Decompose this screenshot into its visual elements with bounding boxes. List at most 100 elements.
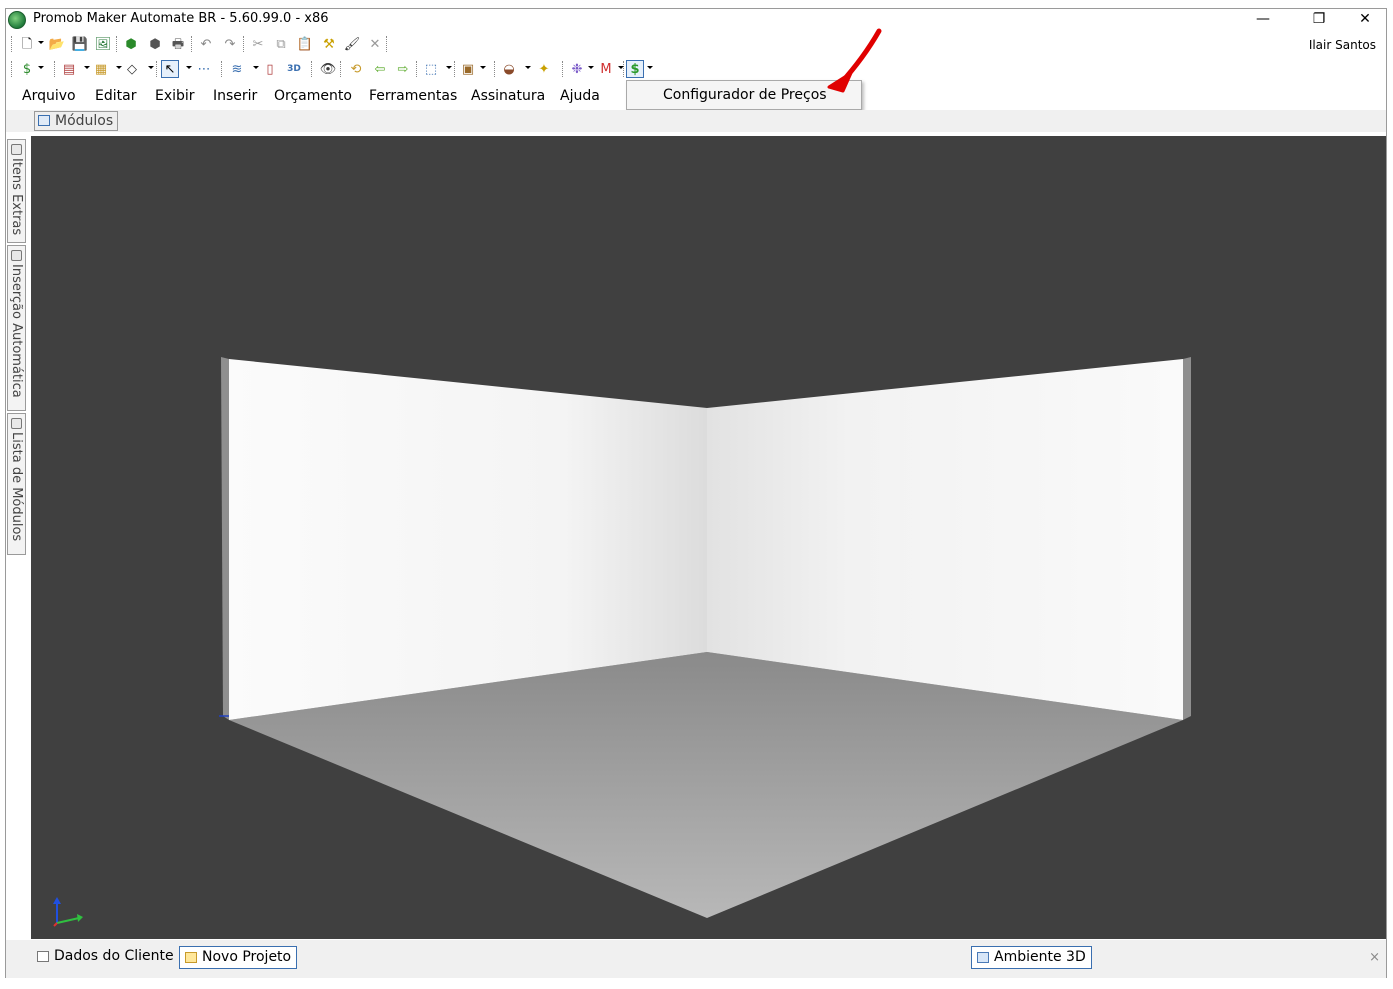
chevron-down-icon[interactable]	[38, 66, 44, 69]
minimize-button[interactable]: —	[1240, 9, 1286, 29]
arrow-right-icon[interactable]: ⇨	[394, 60, 412, 78]
box-icon[interactable]: ▣	[459, 60, 477, 78]
door-icon[interactable]: ▯	[261, 60, 279, 78]
tab-insercao-automatica[interactable]: Inserção Automática	[7, 245, 26, 411]
tab-label: Itens Extras	[9, 158, 24, 236]
modules-tab-icon	[38, 115, 50, 126]
menu-ajuda[interactable]: Ajuda	[560, 88, 600, 104]
chevron-down-icon[interactable]	[38, 41, 44, 44]
toolbar-grip[interactable]	[11, 61, 13, 77]
title-bar: Promob Maker Automate BR - 5.60.99.0 - x…	[6, 9, 1386, 31]
delete-icon[interactable]: ✕	[366, 35, 384, 53]
tab-label: Lista de Módulos	[9, 432, 24, 542]
chevron-down-icon[interactable]	[148, 66, 154, 69]
chevron-down-icon[interactable]	[588, 66, 594, 69]
bottom-tab-strip: Dados do Cliente Novo Projeto Ambiente 3…	[6, 940, 1386, 978]
paint-roller-icon[interactable]: 🖌	[343, 35, 361, 53]
save-icon[interactable]: 💾	[71, 35, 89, 53]
menu-assinatura[interactable]: Assinatura	[471, 88, 545, 104]
maximize-button[interactable]: ❐	[1296, 9, 1342, 29]
toolbar-grip[interactable]	[416, 61, 418, 77]
open-icon[interactable]: 📂	[48, 35, 66, 53]
shape-icon[interactable]: ◇	[123, 60, 141, 78]
side-panel-tabs: Itens Extras Inserção Automática Lista d…	[6, 137, 28, 557]
select-pointer-icon[interactable]: ↖	[161, 60, 179, 78]
tab-label: Novo Projeto	[202, 949, 292, 965]
user-name[interactable]: Ilair Santos	[1309, 38, 1376, 52]
chevron-down-icon[interactable]	[618, 66, 624, 69]
chevron-down-icon[interactable]	[116, 66, 122, 69]
left-wall-edge	[221, 357, 229, 720]
menu-inserir[interactable]: Inserir	[213, 88, 257, 104]
tab-dados-do-cliente[interactable]: Dados do Cliente	[32, 946, 179, 969]
close-button[interactable]: ✕	[1342, 9, 1388, 29]
toolbar-grip[interactable]	[454, 61, 456, 77]
close-tab-button[interactable]: ×	[1369, 950, 1380, 965]
toolbar-grip[interactable]	[191, 36, 193, 52]
redo-icon[interactable]: ↷	[221, 35, 239, 53]
paint-icon[interactable]: ◒	[500, 60, 518, 78]
3d-viewport[interactable]	[31, 136, 1386, 939]
toolbar-grip[interactable]	[311, 61, 313, 77]
render-icon[interactable]: ⬢	[122, 35, 140, 53]
modules-tab[interactable]: Módulos	[34, 111, 119, 131]
eye-icon[interactable]: 👁	[319, 60, 337, 78]
toolbar-grip[interactable]	[11, 36, 13, 52]
menu-exibir[interactable]: Exibir	[155, 88, 195, 104]
print-icon[interactable]: 🖶	[169, 35, 187, 53]
export-image-icon[interactable]: 🖼	[94, 35, 112, 53]
toolbar-grip[interactable]	[494, 61, 496, 77]
chevron-down-icon[interactable]	[253, 66, 259, 69]
paste-icon[interactable]: 📋	[296, 35, 314, 53]
chevron-down-icon[interactable]	[525, 66, 531, 69]
camera-view-icon[interactable]: ⬚	[422, 60, 440, 78]
cut-icon[interactable]: ✂	[249, 35, 267, 53]
price-configurator-menu-item[interactable]: Configurador de Preços	[663, 87, 827, 103]
chevron-down-icon[interactable]	[480, 66, 486, 69]
right-wall-edge	[1183, 357, 1191, 720]
ambient-3d-icon	[977, 952, 989, 963]
menu-ferramentas[interactable]: Ferramentas	[369, 88, 457, 104]
copy-icon[interactable]: ⧉	[272, 35, 290, 53]
folder-icon	[185, 952, 197, 963]
tab-itens-extras[interactable]: Itens Extras	[7, 139, 26, 243]
dimension-icon[interactable]: ⋯	[195, 60, 213, 78]
arrow-left-icon[interactable]: ⇦	[371, 60, 389, 78]
toolbar-grip[interactable]	[243, 36, 245, 52]
tab-novo-projeto[interactable]: Novo Projeto	[179, 946, 298, 969]
rotate-icon[interactable]: ⟲	[347, 60, 365, 78]
window-title: Promob Maker Automate BR - 5.60.99.0 - x…	[33, 11, 329, 26]
layers-icon[interactable]: ▤	[60, 60, 78, 78]
price-config-icon[interactable]: $	[626, 60, 644, 78]
view-3d-icon[interactable]: 3D	[285, 60, 303, 78]
material-icon[interactable]: M	[597, 60, 615, 78]
light-icon[interactable]: ✦	[535, 60, 553, 78]
tool-hammer-icon[interactable]: ⚒	[320, 35, 338, 53]
toolbar-grip[interactable]	[221, 61, 223, 77]
budget-icon[interactable]: $	[18, 60, 36, 78]
tab-ambiente-3d[interactable]: Ambiente 3D	[971, 946, 1092, 969]
chevron-down-icon[interactable]	[186, 66, 192, 69]
menu-orcamento[interactable]: Orçamento	[274, 88, 352, 104]
modules-icon[interactable]: ▦	[92, 60, 110, 78]
toolbar-grip[interactable]	[116, 36, 118, 52]
tools-toolbar: $ ▤ ▦ ◇ ↖ ⋯ ≋ ▯ 3D 👁 ⟲ ⇦ ⇨ ⬚ ▣ ◒ ✦ ❉ M $	[6, 57, 1386, 81]
toolbar-grip[interactable]	[340, 61, 342, 77]
chevron-down-icon[interactable]	[647, 66, 653, 69]
toolbar-grip[interactable]	[54, 61, 56, 77]
axis-gizmo-icon	[53, 897, 83, 927]
stack-icon[interactable]: ≋	[228, 60, 246, 78]
render-settings-icon[interactable]: ⬢	[146, 35, 164, 53]
menu-arquivo[interactable]: Arquivo	[22, 88, 76, 104]
chevron-down-icon[interactable]	[84, 66, 90, 69]
sparkle-icon[interactable]: ❉	[568, 60, 586, 78]
toolbar-grip[interactable]	[623, 61, 625, 77]
toolbar-grip[interactable]	[386, 36, 388, 52]
undo-icon[interactable]: ↶	[197, 35, 215, 53]
new-icon[interactable]: 🗋	[18, 35, 36, 53]
tab-lista-de-modulos[interactable]: Lista de Módulos	[7, 413, 26, 555]
toolbar-grip[interactable]	[562, 61, 564, 77]
chevron-down-icon[interactable]	[446, 66, 452, 69]
menu-editar[interactable]: Editar	[95, 88, 136, 104]
toolbar-grip[interactable]	[156, 61, 158, 77]
